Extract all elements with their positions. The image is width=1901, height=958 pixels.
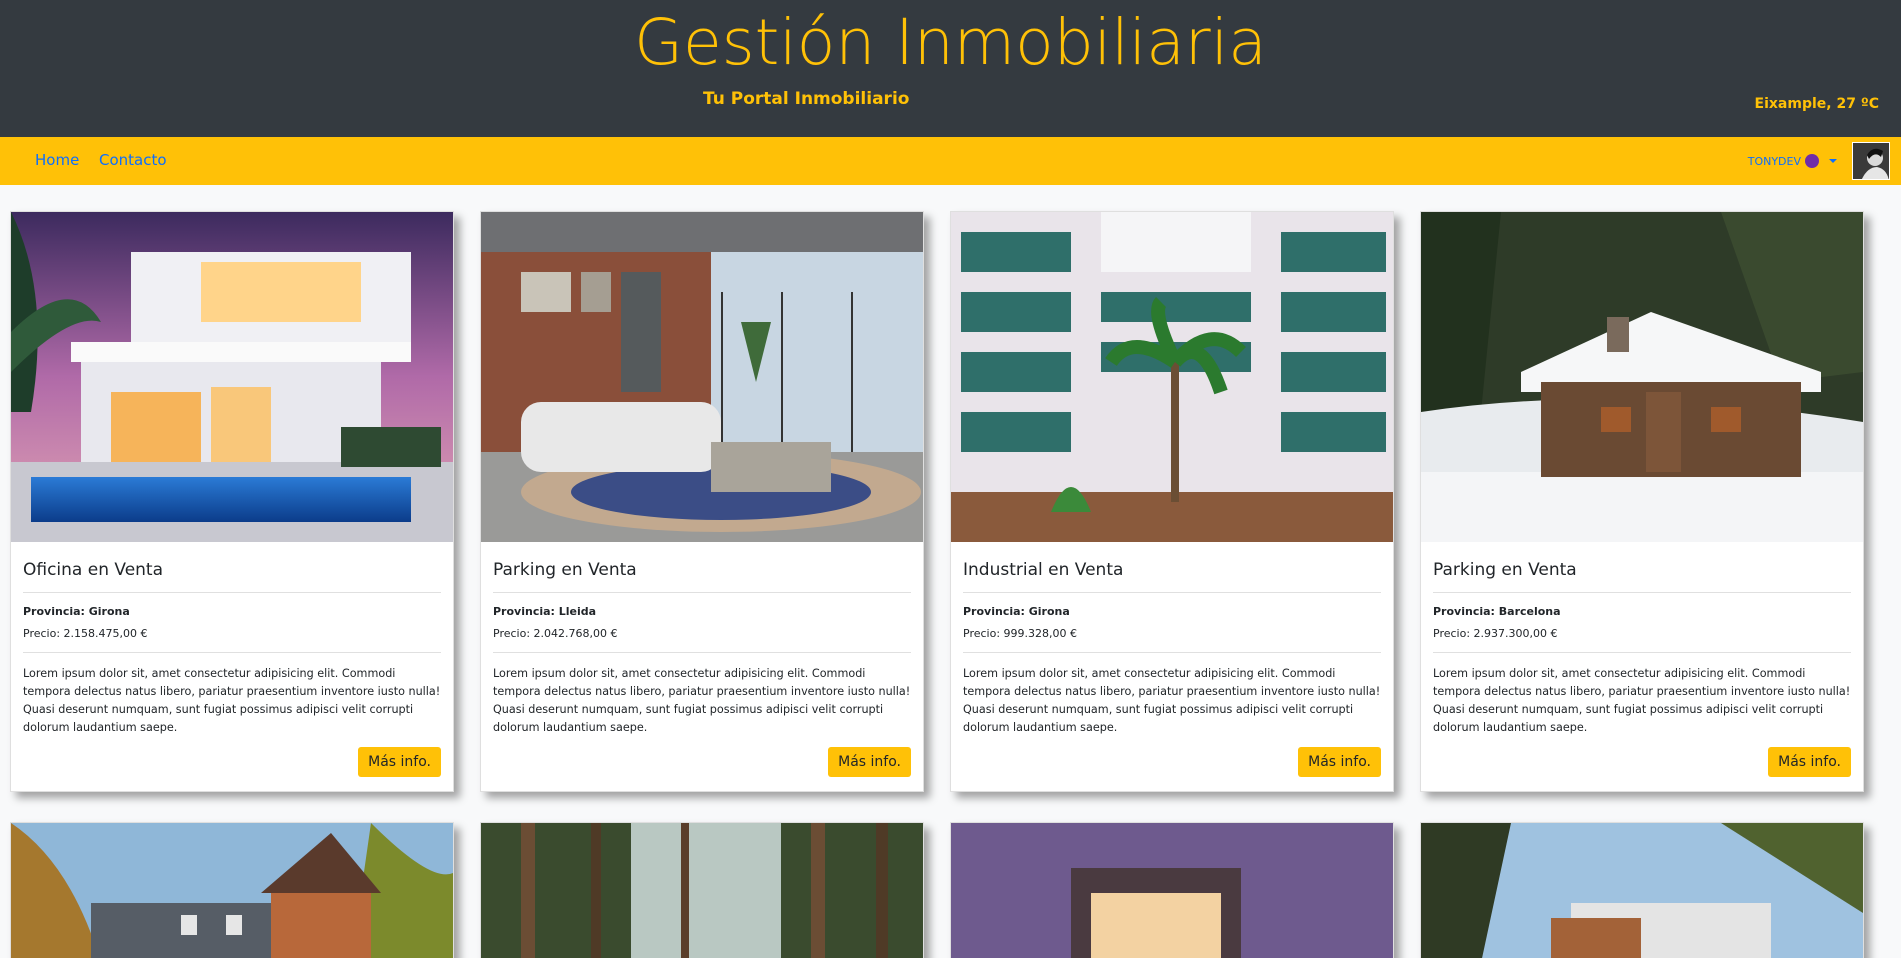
card-price: Precio: 2.158.475,00 €: [23, 626, 148, 640]
more-info-button[interactable]: Más info.: [358, 746, 441, 777]
divider: [963, 651, 1381, 653]
property-card: Parking en Venta Provincia: Lleida Preci…: [480, 211, 924, 792]
divider: [1433, 651, 1851, 653]
property-image: [481, 212, 923, 542]
site-subtitle: Tu Portal Inmobiliario: [703, 89, 910, 109]
divider: [963, 592, 1381, 594]
card-description: Lorem ipsum dolor sit, amet consectetur …: [493, 666, 911, 734]
property-card: [1420, 822, 1864, 958]
property-image: [481, 823, 923, 958]
property-card: [480, 822, 924, 958]
user-dropdown[interactable]: TONYDEV: [1748, 154, 1837, 168]
nav-contact-link[interactable]: Contacto: [99, 151, 167, 169]
user-badge-icon: [1805, 154, 1819, 168]
more-info-button[interactable]: Más info.: [1768, 746, 1851, 777]
avatar[interactable]: [1852, 142, 1890, 180]
chevron-down-icon: [1829, 159, 1837, 163]
card-price: Precio: 2.937.300,00 €: [1433, 626, 1558, 640]
card-description: Lorem ipsum dolor sit, amet consectetur …: [963, 666, 1381, 734]
property-card: Industrial en Venta Provincia: Girona Pr…: [950, 211, 1394, 792]
property-card: Parking en Venta Provincia: Barcelona Pr…: [1420, 211, 1864, 792]
card-title: Industrial en Venta: [963, 560, 1124, 580]
divider: [23, 592, 441, 594]
card-description: Lorem ipsum dolor sit, amet consectetur …: [23, 666, 441, 734]
property-image: [11, 823, 453, 958]
card-province: Provincia: Girona: [23, 605, 130, 619]
card-title: Oficina en Venta: [23, 560, 164, 580]
property-card: [950, 822, 1394, 958]
card-price: Precio: 2.042.768,00 €: [493, 626, 618, 640]
more-info-button[interactable]: Más info.: [828, 746, 911, 777]
card-title: Parking en Venta: [493, 560, 637, 580]
property-image: [1421, 823, 1863, 958]
divider: [1433, 592, 1851, 594]
divider: [493, 651, 911, 653]
card-province: Provincia: Lleida: [493, 605, 597, 619]
site-header: Gestión Inmobiliaria Tu Portal Inmobilia…: [0, 0, 1901, 137]
divider: [23, 651, 441, 653]
property-card: Oficina en Venta Provincia: Girona Preci…: [10, 211, 454, 792]
property-image: [1421, 212, 1863, 542]
card-description: Lorem ipsum dolor sit, amet consectetur …: [1433, 666, 1851, 734]
property-card: [10, 822, 454, 958]
property-image: [11, 212, 453, 542]
property-image: [951, 823, 1393, 958]
nav-home-link[interactable]: Home: [35, 151, 79, 169]
navbar: Home Contacto TONYDEV: [0, 137, 1901, 185]
card-province: Provincia: Girona: [963, 605, 1070, 619]
card-title: Parking en Venta: [1433, 560, 1577, 580]
divider: [493, 592, 911, 594]
weather-readout: Eixample, 27 ºC: [1754, 96, 1879, 112]
site-title: Gestión Inmobiliaria: [634, 6, 1267, 79]
user-name: TONYDEV: [1747, 154, 1801, 168]
card-province: Provincia: Barcelona: [1433, 605, 1561, 619]
more-info-button[interactable]: Más info.: [1298, 746, 1381, 777]
property-image: [951, 212, 1393, 542]
card-price: Precio: 999.328,00 €: [963, 626, 1078, 640]
